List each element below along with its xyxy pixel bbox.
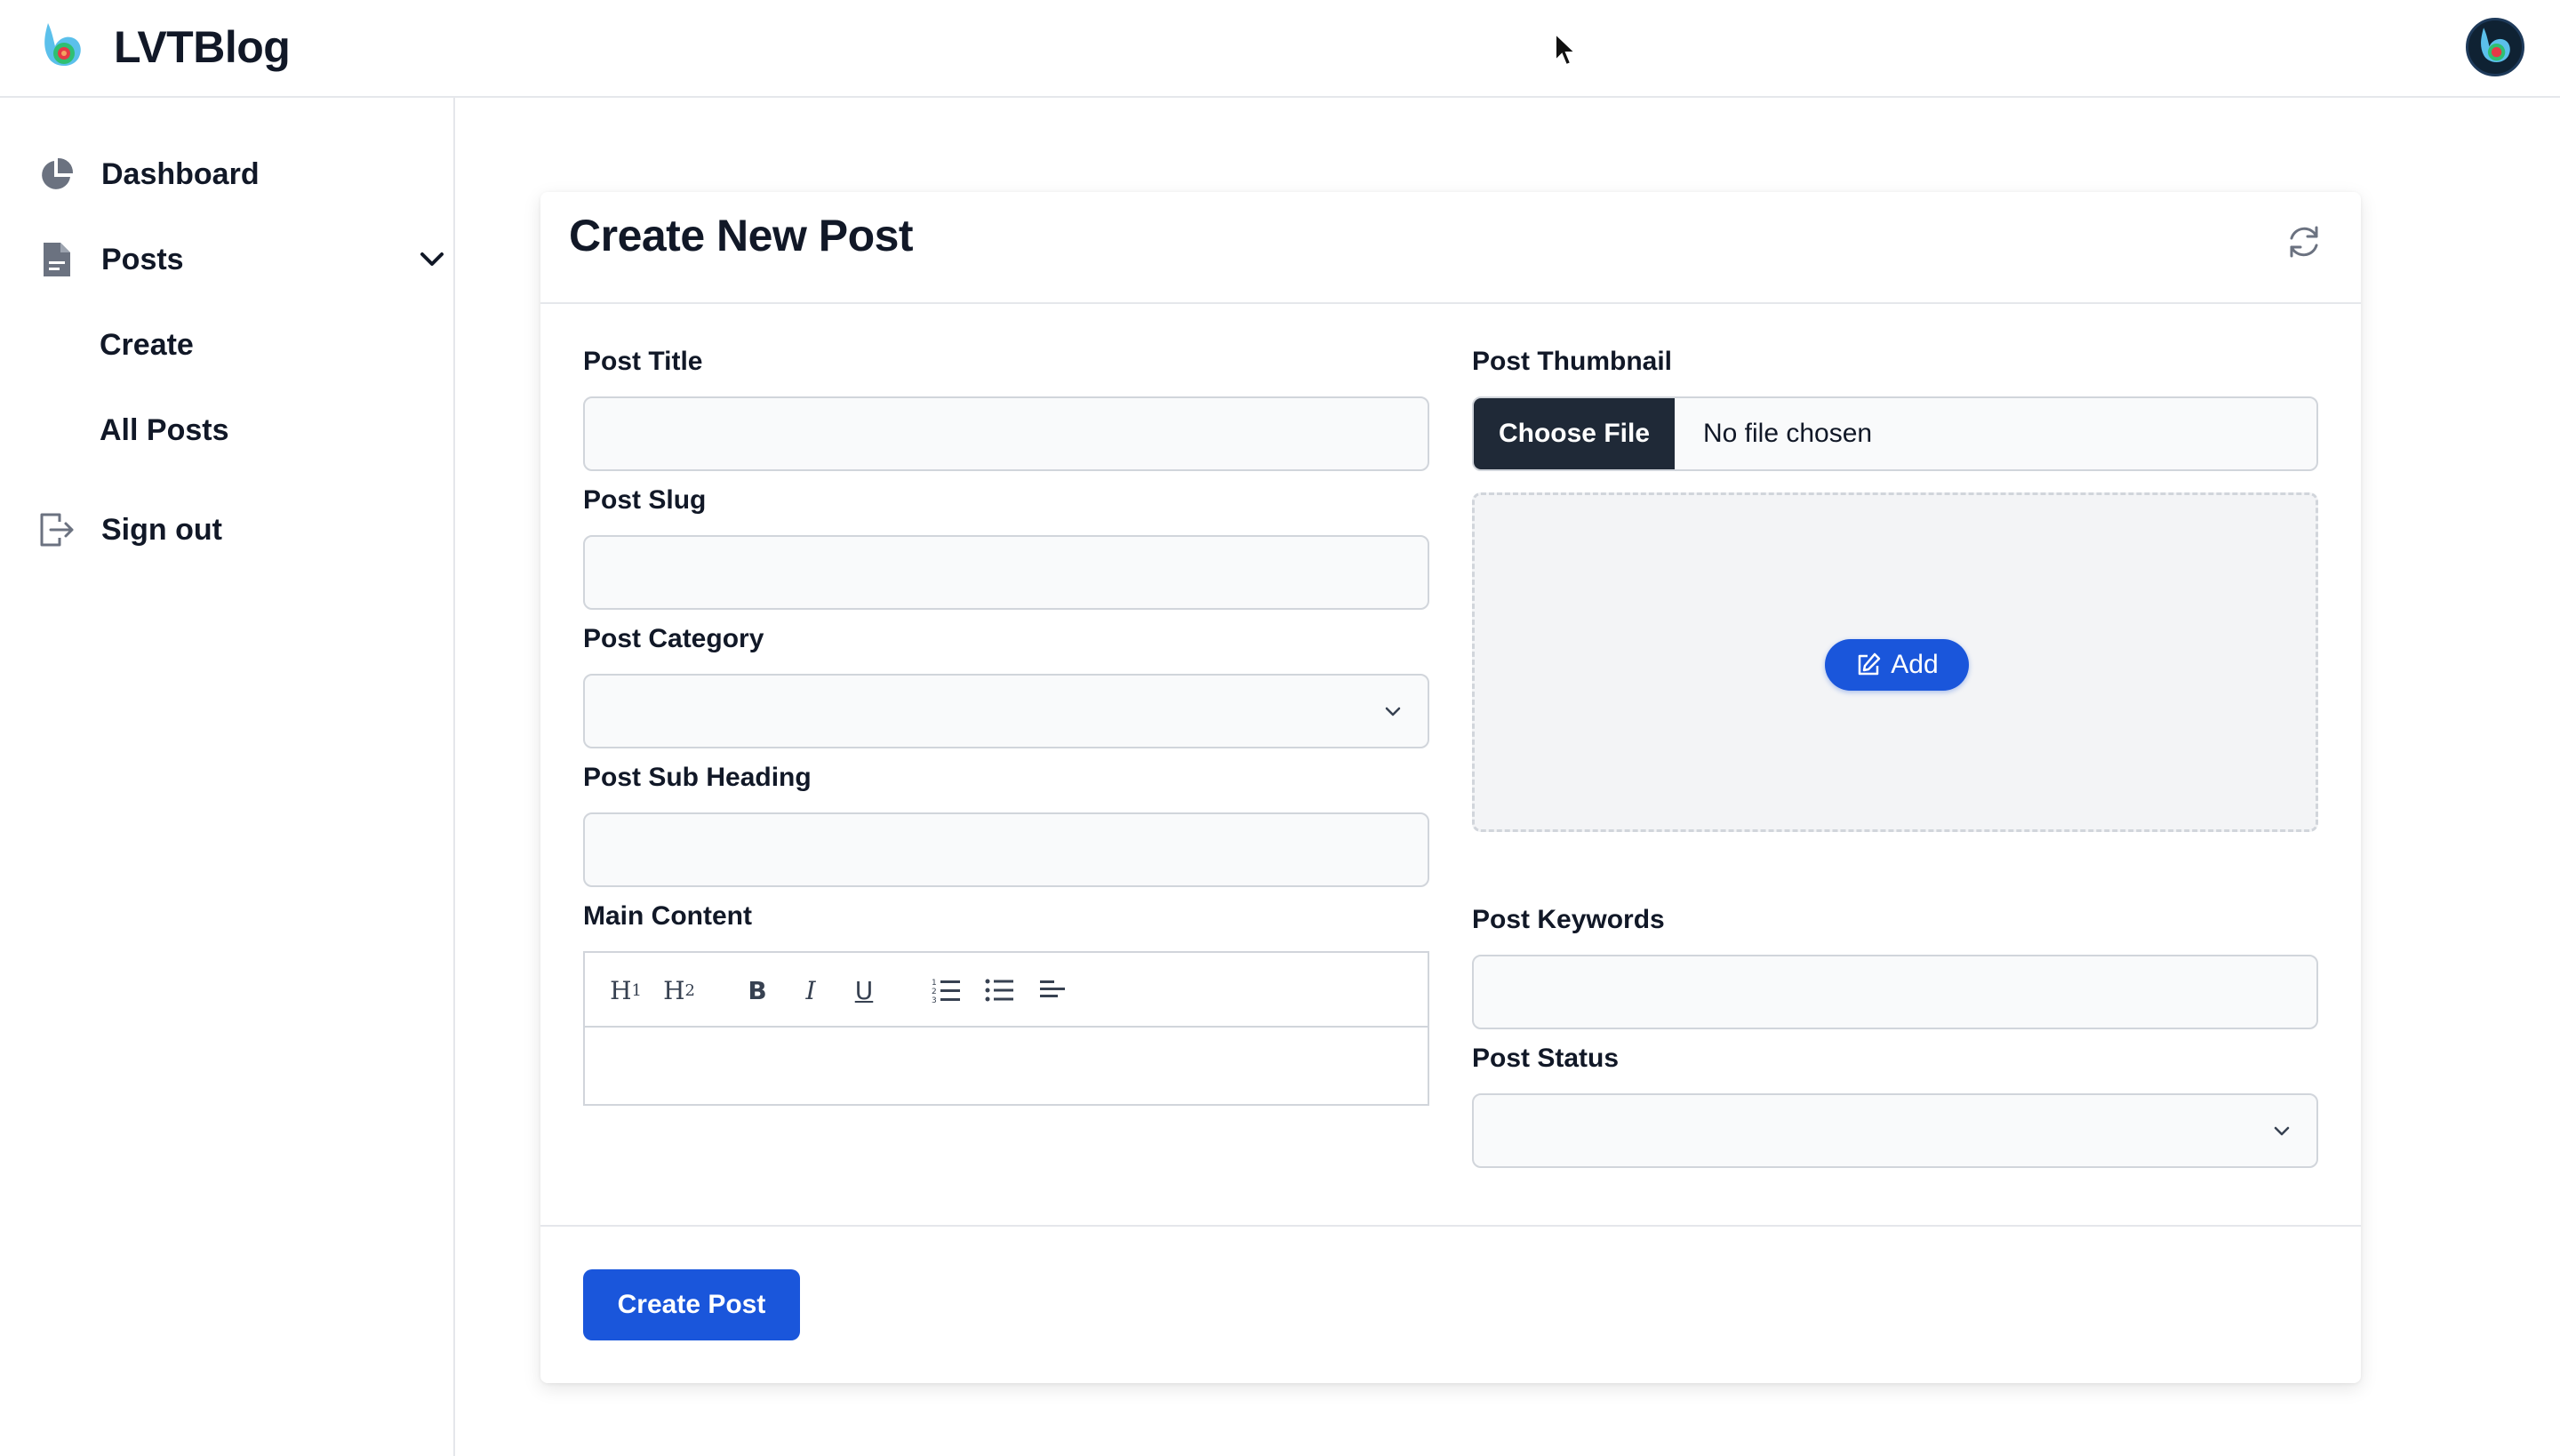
- post-title-label: Post Title: [583, 347, 703, 376]
- file-status-text: No file chosen: [1703, 419, 1873, 448]
- post-keywords-input[interactable]: [1472, 955, 2318, 1029]
- heading-2-button[interactable]: H2: [660, 971, 699, 1010]
- sidebar-item-sign-out[interactable]: Sign out: [36, 503, 427, 556]
- post-category-select[interactable]: [583, 674, 1429, 748]
- sign-out-icon: [36, 508, 78, 551]
- bold-button[interactable]: B: [738, 971, 777, 1010]
- sidebar: Dashboard Posts Create All Posts Sign ou…: [0, 98, 455, 1456]
- post-thumbnail-label: Post Thumbnail: [1472, 347, 1672, 376]
- thumbnail-preview-area: Add: [1472, 492, 2318, 832]
- document-icon: [36, 238, 78, 281]
- heading-2-sub: 2: [684, 980, 695, 1000]
- post-title-input[interactable]: [583, 396, 1429, 471]
- edit-icon: [1859, 652, 1881, 676]
- align-left-button[interactable]: [1033, 971, 1072, 1010]
- chevron-down-icon: [1385, 707, 1401, 716]
- refresh-button[interactable]: [2281, 219, 2327, 265]
- post-category-label: Post Category: [583, 624, 764, 653]
- page-title: Create New Post: [569, 211, 914, 260]
- italic-button[interactable]: I: [791, 971, 830, 1010]
- pie-chart-icon: [36, 153, 78, 196]
- rich-text-editor: H1 H2 B I U 1 2 3: [583, 951, 1429, 1106]
- user-avatar[interactable]: [2466, 18, 2524, 76]
- post-slug-label: Post Slug: [583, 485, 707, 515]
- bullet-list-button[interactable]: [980, 971, 1019, 1010]
- choose-file-button[interactable]: Choose File: [1474, 398, 1675, 469]
- ordered-list-icon: 1 2 3: [932, 979, 960, 1004]
- sidebar-item-all-posts[interactable]: All Posts: [100, 404, 228, 457]
- post-status-label: Post Status: [1472, 1044, 1620, 1073]
- post-thumbnail-file-input[interactable]: Choose File No file chosen: [1472, 396, 2318, 471]
- post-status-select[interactable]: [1472, 1093, 2318, 1168]
- heading-1-button[interactable]: H1: [606, 971, 645, 1010]
- sidebar-item-label: Posts: [101, 242, 184, 276]
- main-content-label: Main Content: [583, 901, 752, 931]
- align-left-icon: [1040, 980, 1065, 997]
- sidebar-item-posts[interactable]: Posts: [36, 233, 444, 286]
- editor-toolbar: H1 H2 B I U 1 2 3: [585, 953, 1428, 1028]
- heading-1-glyph: H: [610, 975, 632, 1005]
- heading-2-glyph: H: [663, 975, 685, 1005]
- svg-text:1: 1: [932, 979, 937, 988]
- mouse-cursor-icon: [1555, 32, 1577, 67]
- post-sub-heading-input[interactable]: [583, 812, 1429, 887]
- brand[interactable]: LVTBlog: [39, 18, 291, 76]
- chevron-down-icon: [2274, 1126, 2290, 1136]
- post-slug-input[interactable]: [583, 535, 1429, 610]
- card-footer-divider: [540, 1225, 2361, 1227]
- sidebar-item-dashboard[interactable]: Dashboard: [36, 148, 427, 201]
- brand-name: LVTBlog: [114, 22, 291, 72]
- refresh-icon: [2290, 226, 2318, 258]
- brand-logo-icon: [44, 23, 81, 67]
- post-keywords-label: Post Keywords: [1472, 905, 1665, 934]
- add-button-label: Add: [1891, 650, 1939, 679]
- svg-text:3: 3: [932, 996, 937, 1004]
- bullet-list-icon: [985, 979, 1013, 1002]
- add-thumbnail-button[interactable]: Add: [1825, 639, 1969, 691]
- post-sub-heading-label: Post Sub Heading: [583, 763, 812, 792]
- avatar-logo-icon: [2481, 28, 2510, 62]
- sidebar-item-create[interactable]: Create: [100, 318, 194, 372]
- ordered-list-button[interactable]: 1 2 3: [926, 971, 965, 1010]
- sidebar-item-label: Sign out: [101, 512, 222, 547]
- sidebar-item-label: Dashboard: [101, 156, 260, 191]
- top-bar: LVTBlog: [0, 0, 2560, 98]
- svg-text:2: 2: [932, 988, 937, 996]
- heading-1-sub: 1: [631, 980, 642, 1000]
- card-header: Create New Post: [540, 192, 2361, 304]
- editor-content-area[interactable]: [585, 1029, 1428, 1104]
- create-post-button[interactable]: Create Post: [583, 1269, 800, 1340]
- underline-button[interactable]: U: [844, 971, 884, 1010]
- chevron-down-icon: [414, 233, 450, 286]
- create-post-card: Create New Post Post Title Post Slug Pos…: [540, 192, 2361, 1383]
